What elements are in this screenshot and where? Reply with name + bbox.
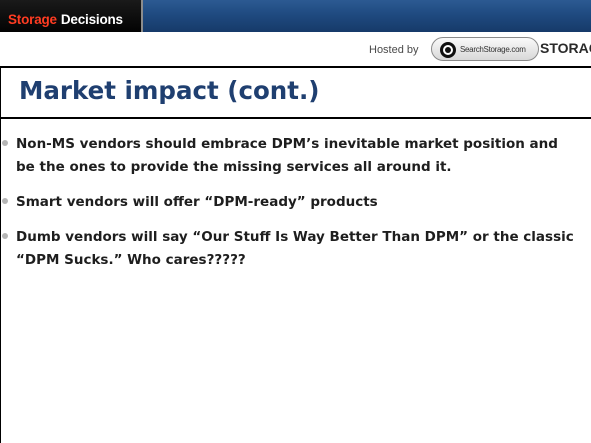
searchstorage-logo: SearchStorage.com [431, 37, 539, 61]
bullet-dot-icon [2, 140, 8, 146]
bullet-list: Non-MS vendors should embrace DPM’s inev… [0, 133, 591, 272]
logo-word-storage: Storage [8, 12, 57, 27]
bullet-dot-icon [2, 233, 8, 239]
bullet-dot-icon [2, 198, 8, 204]
bullet-item: Non-MS vendors should embrace DPM’s inev… [0, 133, 591, 179]
hosted-by-strip: Hosted by SearchStorage.com [0, 32, 591, 66]
sponsor-text: SearchStorage.com [460, 45, 526, 54]
logo-word-decisions: Decisions [60, 12, 123, 27]
bullet-text: Smart vendors will offer “DPM-ready” pro… [16, 194, 378, 210]
slide-title: Market impact (cont.) [19, 76, 320, 105]
storage-brand: STORAGE [540, 40, 591, 56]
title-bottom-rule [0, 117, 591, 119]
bullet-item: Smart vendors will offer “DPM-ready” pro… [0, 191, 591, 214]
sponsor-eye-icon [440, 42, 456, 58]
bullet-text: Dumb vendors will say “Our Stuff Is Way … [16, 229, 574, 268]
hosted-by-label: Hosted by [369, 44, 419, 56]
bullet-item: Dumb vendors will say “Our Stuff Is Way … [0, 226, 591, 272]
bullet-text: Non-MS vendors should embrace DPM’s inev… [16, 136, 558, 175]
title-top-rule [0, 66, 591, 68]
